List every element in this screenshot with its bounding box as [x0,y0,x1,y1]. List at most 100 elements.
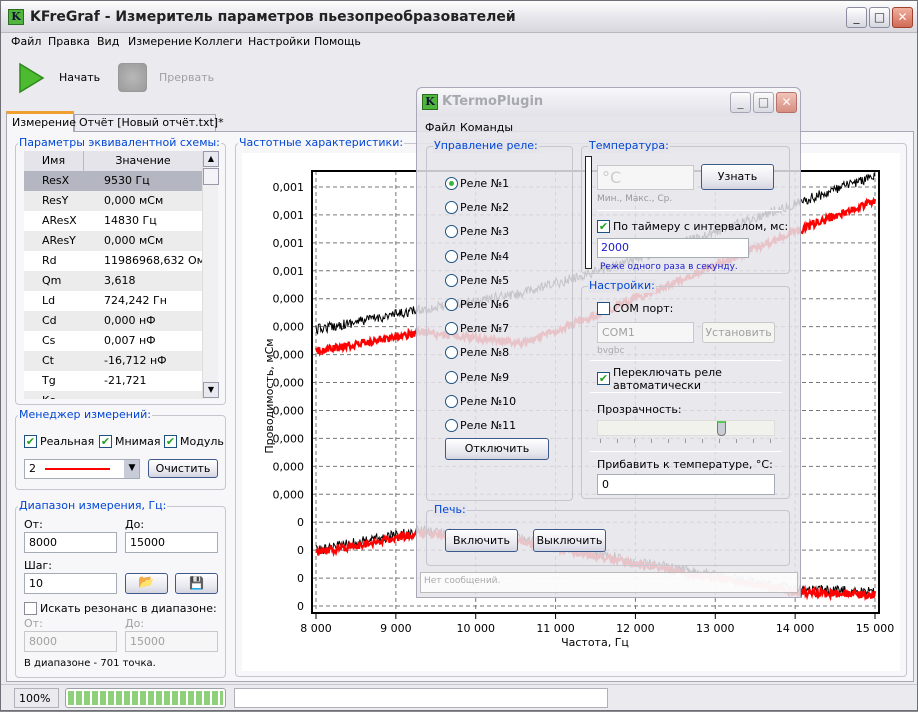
x-tick-label: 12 000 [616,622,655,635]
settings-group: Настройки: COM порт: COM1 Установить bvg… [581,279,790,499]
plugin-maximize-button[interactable]: □ [753,92,774,113]
plugin-close-button[interactable]: ✕ [776,92,797,113]
separator [590,360,782,361]
timer-label: По таймеру с интервалом, мс: [613,220,789,233]
y-tick-label: 0,001 [273,209,305,222]
plugin-window: K KTermoPlugin _ □ ✕ Файл Команды Управл… [416,87,801,598]
timer-hint: Реже одного раза в секунду. [600,262,738,272]
disable-relay-button[interactable]: Отключить [445,438,549,460]
port-status: bvgbc [597,346,625,356]
x-tick-label: 13 000 [696,622,735,635]
y-tick-label: 0 [297,572,304,585]
separator [597,210,782,211]
status-bar: 100% [1,684,917,710]
relay-label: Реле №10 [460,394,517,408]
add-temperature-label: Прибавить к температуре, °C: [597,458,773,471]
separator [590,392,782,393]
relay-radio[interactable] [445,225,458,239]
furnace-title: Печь: [433,503,467,517]
x-tick-label: 15 000 [856,622,895,635]
settings-title: Настройки: [588,279,656,293]
slider-ticks [600,439,772,443]
furnace-on-button[interactable]: Включить [445,529,518,552]
zoom-level: 100% [14,688,59,708]
y-tick-label: 0,000 [273,321,305,334]
relay-radio[interactable] [445,370,458,384]
y-tick-label: 0 [297,544,304,557]
y-tick-label: 0,001 [273,181,305,194]
relay-radio[interactable] [445,346,458,360]
furnace-off-button[interactable]: Выключить [533,529,606,552]
auto-switch-checkbox[interactable]: ✔ [597,372,610,385]
com-port-input[interactable]: COM1 [597,322,694,343]
y-tick-label: 0,000 [273,293,305,306]
x-tick-label: 14 000 [776,622,815,635]
relay-radio[interactable] [445,249,458,263]
set-port-button[interactable]: Установить [702,322,775,343]
plugin-message: Нет сообщений. [420,572,798,593]
timer-checkbox[interactable]: ✔ [597,220,610,233]
relay-label: Реле №5 [460,273,510,287]
relay-label: Реле №3 [460,225,510,239]
relay-radio[interactable] [445,419,458,432]
com-port-label: COM порт: [613,302,674,315]
x-axis-label: Частота, Гц [561,636,629,649]
relay-label: Реле №9 [460,370,510,384]
plugin-icon: K [422,94,438,110]
query-temperature-button[interactable]: Узнать [701,164,774,190]
temperature-title: Температура: [588,139,670,153]
y-tick-label: 0,000 [273,377,305,390]
progress-fill [68,691,223,705]
thermometer-bar [585,156,592,269]
progress-bar [65,688,226,708]
separator [590,451,782,452]
relay-title: Управление реле: [433,139,539,153]
relay-radio[interactable] [445,322,458,336]
tab-measurement[interactable]: Измерение [6,111,76,132]
com-port-checkbox[interactable] [597,302,610,315]
y-tick-label: 0,001 [273,265,305,278]
y-axis-label: Проводимость, мСм [263,338,276,453]
relay-label: Реле №6 [460,298,510,311]
slider-thumb[interactable] [717,421,726,436]
relay-label: Реле №7 [460,322,510,336]
plugin-menu-commands[interactable]: Команды [460,121,513,134]
plugin-minimize-button[interactable]: _ [730,92,751,113]
relay-label: Реле №1 [460,177,510,190]
x-tick-label: 10 000 [456,622,495,635]
relay-radio[interactable] [445,177,458,190]
relay-radio[interactable] [445,298,458,311]
relay-label: Реле №8 [460,346,510,360]
y-tick-label: 0,000 [273,404,305,417]
auto-switch-label-1: Переключать реле [613,366,722,379]
timer-interval-input[interactable]: 2000 [597,238,749,258]
x-tick-label: 9 000 [380,622,412,635]
plugin-menu-file[interactable]: Файл [425,121,455,134]
y-tick-label: 0,000 [273,460,305,473]
relay-label: Реле №4 [460,249,510,263]
relay-radio[interactable] [445,273,458,287]
auto-switch-label-2: автоматически [613,379,702,392]
y-tick-label: 0,000 [273,349,305,362]
x-tick-label: 11 000 [536,622,575,635]
furnace-group: Печь: Включить Выключить [426,503,790,566]
temperature-stats: Мин., Макс., Ср. [597,194,673,204]
opacity-label: Прозрачность: [597,403,682,416]
relay-radio[interactable] [445,394,458,408]
y-tick-label: 0,001 [273,237,305,250]
y-tick-label: 0,000 [273,432,305,445]
relay-group: Управление реле: Реле №1 Реле №2 Реле №3 Ре… [426,139,573,501]
relay-radio[interactable] [445,201,458,215]
y-tick-label: 0 [297,600,304,613]
x-tick-label: 8 000 [300,622,332,635]
relay-label: Реле №11 [460,419,517,432]
status-message [234,688,608,708]
temperature-group: Температура: °C Узнать Мин., Макс., Ср. … [581,139,790,274]
plugin-title: KTermoPlugin [442,94,544,109]
opacity-slider[interactable] [597,420,775,436]
temperature-display: °C [597,165,694,190]
plugin-title-bar[interactable]: K KTermoPlugin _ □ ✕ [417,88,800,116]
add-temperature-input[interactable]: 0 [597,474,775,495]
y-tick-label: 0 [297,516,304,529]
y-tick-label: 0,000 [273,488,305,501]
